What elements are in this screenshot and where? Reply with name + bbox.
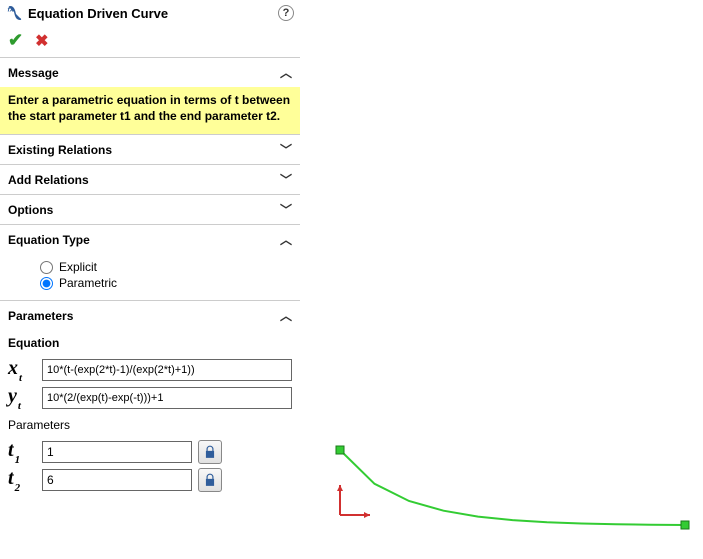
curve (336, 446, 689, 529)
property-panel: fx Equation Driven Curve ? ✔ ✖ Message ︿… (0, 0, 300, 559)
chevron-down-icon: ﹀ (280, 171, 292, 188)
chevron-down-icon: ﹀ (280, 141, 292, 158)
equation-type-body: Explicit Parametric (0, 254, 300, 300)
origin-axes (337, 485, 370, 518)
section-parameters-header[interactable]: Parameters ︿ (0, 300, 300, 330)
curve-endpoint[interactable] (681, 521, 689, 529)
section-existing-relations-title: Existing Relations (8, 143, 112, 157)
help-icon[interactable]: ? (278, 5, 294, 21)
graphics-canvas[interactable] (300, 0, 703, 559)
chevron-up-icon: ︿ (280, 64, 292, 81)
ok-button[interactable]: ✔ (8, 30, 23, 51)
yt-input[interactable] (42, 387, 292, 409)
section-options-title: Options (8, 203, 53, 217)
cancel-button[interactable]: ✖ (35, 31, 48, 51)
radio-explicit[interactable] (40, 261, 53, 274)
section-message-header[interactable]: Message ︿ (0, 57, 300, 87)
lock-icon (203, 445, 217, 459)
xt-input[interactable] (42, 359, 292, 381)
t1-symbol: t1 (8, 439, 36, 464)
radio-parametric[interactable] (40, 277, 53, 290)
chevron-down-icon: ﹀ (280, 201, 292, 218)
section-add-relations-header[interactable]: Add Relations ﹀ (0, 164, 300, 194)
t2-row: t2 (8, 467, 292, 492)
section-add-relations-title: Add Relations (8, 173, 89, 187)
chevron-up-icon: ︿ (280, 231, 292, 248)
section-equation-type-title: Equation Type (8, 233, 90, 247)
section-parameters-title: Parameters (8, 309, 73, 323)
parameters-body: Equation xt yt Parameters t1 t2 (0, 330, 300, 503)
panel-title: Equation Driven Curve (28, 6, 168, 21)
lock-icon (203, 473, 217, 487)
t1-input[interactable] (42, 441, 192, 463)
svg-text:fx: fx (8, 7, 14, 14)
action-row: ✔ ✖ (0, 26, 300, 57)
t1-row: t1 (8, 439, 292, 464)
yt-symbol: yt (8, 385, 36, 410)
equation-label: Equation (8, 334, 292, 354)
message-body: Enter a parametric equation in terms of … (0, 87, 300, 134)
section-equation-type-header[interactable]: Equation Type ︿ (0, 224, 300, 254)
yt-row: yt (8, 385, 292, 410)
equation-curve-icon: fx (6, 4, 24, 22)
section-message-title: Message (8, 66, 59, 80)
chevron-up-icon: ︿ (280, 307, 292, 324)
xt-row: xt (8, 357, 292, 382)
t2-symbol: t2 (8, 467, 36, 492)
radio-explicit-label: Explicit (59, 260, 97, 274)
curve-endpoint[interactable] (336, 446, 344, 454)
t2-lock-button[interactable] (198, 468, 222, 492)
radio-parametric-row[interactable]: Parametric (40, 276, 292, 290)
section-options-header[interactable]: Options ﹀ (0, 194, 300, 224)
t2-input[interactable] (42, 469, 192, 491)
parameters-label: Parameters (8, 416, 292, 436)
panel-header: fx Equation Driven Curve ? (0, 0, 300, 26)
radio-parametric-label: Parametric (59, 276, 117, 290)
radio-explicit-row[interactable]: Explicit (40, 260, 292, 274)
xt-symbol: xt (8, 357, 36, 382)
t1-lock-button[interactable] (198, 440, 222, 464)
section-existing-relations-header[interactable]: Existing Relations ﹀ (0, 134, 300, 164)
